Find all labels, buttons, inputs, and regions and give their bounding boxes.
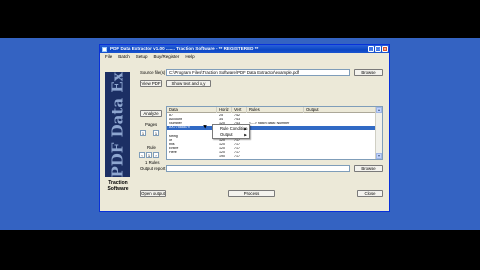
column-header-horiz[interactable]: Horiz — [217, 107, 232, 113]
table-row[interactable]: this 120 717 — [167, 143, 376, 147]
company-name: Traction Software — [107, 180, 129, 192]
cell-data: Account — [169, 118, 182, 122]
context-menu: Rule Condition ▶ Output ▶ — [212, 124, 250, 139]
submenu-arrow-icon: ▶ — [244, 133, 247, 137]
context-menu-output[interactable]: Output ▶ — [213, 132, 249, 138]
cell-horiz: 25 — [219, 114, 223, 117]
table-row[interactable]: 201717 — [167, 130, 376, 134]
menu-setup[interactable]: Setup — [136, 53, 148, 60]
context-menu-output-label: Output — [220, 132, 233, 137]
cell-horiz: 120 — [219, 150, 225, 154]
table-row[interactable]: string 120 717 — [167, 135, 376, 139]
cell-horiz: 34 — [219, 118, 223, 122]
analyze-button[interactable]: Analyze — [140, 110, 162, 117]
table-row[interactable]: 190 717 — [167, 155, 376, 159]
source-label: Source file(s) — [140, 70, 166, 75]
show-text-button[interactable]: Show text and x,y — [166, 80, 211, 87]
menu-file[interactable]: File — [105, 53, 112, 60]
product-logo: PDF Data Extractor — [105, 72, 130, 177]
minimize-button[interactable]: _ — [368, 46, 374, 52]
table-row[interactable]: Here 120 717 — [167, 151, 376, 155]
table-row[interactable]: Account 34 743 — [167, 118, 376, 122]
cell-data: of — [169, 138, 172, 142]
maximize-button[interactable]: □ — [375, 46, 381, 52]
close-window-button[interactable]: x — [382, 46, 388, 52]
table-row[interactable]: Number120743<---> hatch data: Number — [167, 122, 376, 126]
cell-vert: 717 — [234, 150, 240, 154]
rule-label: Rule — [147, 145, 156, 150]
column-header-output[interactable]: Output — [304, 107, 376, 113]
cell-data: this — [169, 142, 175, 146]
cell-vert: 742 — [234, 114, 240, 117]
menu-help[interactable]: Help — [185, 53, 194, 60]
logo-text: PDF Data Extractor — [108, 72, 127, 177]
sidebar: PDF Data Extractor Traction Software — [102, 62, 132, 209]
rule-next-button[interactable]: › — [153, 152, 159, 158]
table-row[interactable]: #7 25 742 — [167, 114, 376, 118]
grid-header: Data Horiz Vert Rules Output — [167, 107, 376, 113]
cell-horiz: 120 — [219, 138, 225, 142]
grid-scrollbar[interactable]: ▲ ▼ — [375, 107, 382, 159]
cell-rules: <---> hatch data: Number — [249, 122, 290, 126]
column-header-vert[interactable]: Vert — [232, 107, 247, 113]
source-file-field[interactable]: C:\Program Files\Traction Software\PDF D… — [166, 69, 350, 76]
menu-buy-register[interactable]: Buy/Register — [154, 53, 180, 60]
rule-prev-button[interactable]: ‹ — [139, 152, 145, 158]
cell-horiz: 190 — [219, 155, 225, 158]
column-header-data[interactable]: Data — [167, 107, 217, 113]
rule-number-field[interactable]: 1 — [146, 152, 152, 158]
output-browse-button[interactable]: Browse — [354, 165, 383, 172]
view-pdf-button[interactable]: View PDF — [140, 80, 162, 87]
column-header-rules[interactable]: Rules — [247, 107, 304, 113]
cell-data: Here — [169, 150, 177, 154]
title-bar[interactable]: PDF Data Extractor v1.00 ....... Tractio… — [100, 45, 389, 53]
close-button[interactable]: Close — [357, 190, 383, 197]
table-row[interactable]: of 120 717 — [167, 139, 376, 143]
cell-vert: 717 — [234, 142, 240, 146]
cell-data: #7 — [169, 114, 173, 117]
cell-horiz: 120 — [219, 142, 225, 146]
source-browse-button[interactable]: Browse — [354, 69, 383, 76]
data-grid[interactable]: Data Horiz Vert Rules Output #7 25 742 Acco… — [166, 106, 383, 160]
cell-vert: 743 — [234, 118, 240, 122]
scroll-up-arrow[interactable]: ▲ — [376, 107, 382, 113]
cell-data: Number — [169, 122, 182, 126]
scroll-down-arrow[interactable]: ▼ — [376, 153, 382, 159]
cell-data: AX77588879 — [169, 126, 190, 130]
cell-vert: 717 — [234, 138, 240, 142]
table-row[interactable]: Entire 120 717 — [167, 147, 376, 151]
cell-data: string — [169, 134, 178, 138]
pages-to-field[interactable]: 1 — [153, 130, 159, 136]
pages-label: Pages — [145, 122, 158, 127]
open-output-button[interactable]: Open output — [140, 190, 166, 197]
cell-vert: 717 — [234, 146, 240, 150]
app-icon — [102, 46, 107, 52]
cell-vert: 717 — [234, 155, 240, 158]
pages-from-field[interactable]: 1 — [140, 130, 146, 136]
table-row[interactable]: AX77588879120713 — [167, 126, 376, 130]
cell-data: Entire — [169, 146, 179, 150]
process-button[interactable]: Process — [228, 190, 275, 197]
window-title: PDF Data Extractor v1.00 ....... Tractio… — [110, 46, 259, 51]
output-report-field[interactable] — [166, 165, 350, 172]
menu-bar: File Batch Setup Buy/Register Help — [100, 53, 389, 60]
output-report-label: Output report — [140, 166, 166, 171]
menu-batch[interactable]: Batch — [118, 53, 130, 60]
cell-horiz: 120 — [219, 146, 225, 150]
